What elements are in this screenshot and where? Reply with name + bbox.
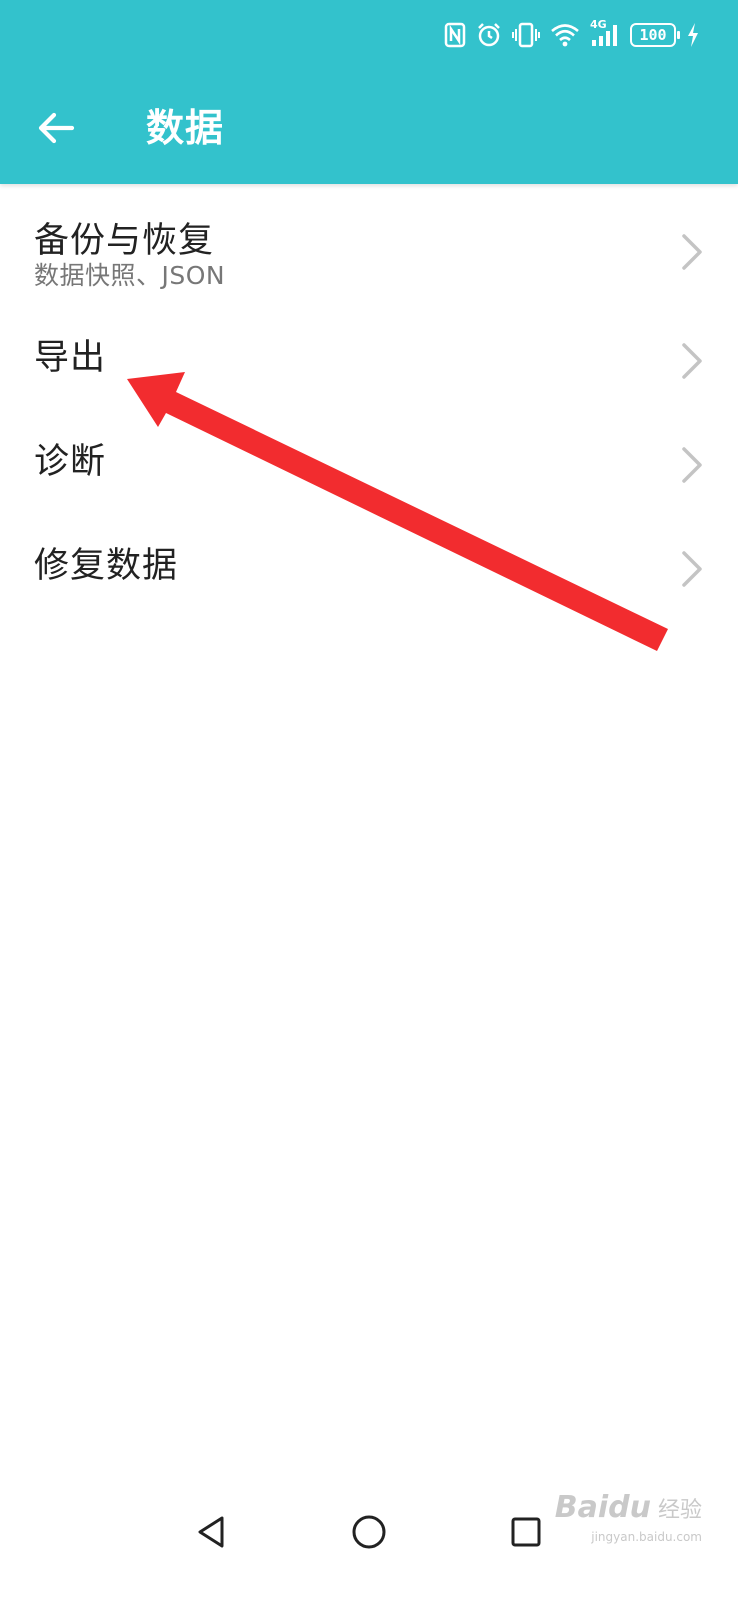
recents-square-icon xyxy=(511,1517,541,1547)
menu-item-label: 修复数据 xyxy=(34,546,179,586)
wifi-icon xyxy=(550,18,580,52)
back-button[interactable] xyxy=(26,98,86,158)
app-bar: 4G 100 数据 xyxy=(0,0,738,184)
charging-icon xyxy=(686,18,700,52)
chevron-right-icon xyxy=(682,447,702,483)
home-circle-icon xyxy=(352,1515,386,1549)
menu-item-export[interactable]: 导出 xyxy=(0,309,738,413)
back-triangle-icon xyxy=(198,1516,224,1548)
status-icons: 4G 100 xyxy=(444,18,700,52)
signal-4g-icon: 4G xyxy=(590,18,620,52)
vibrate-icon xyxy=(512,18,540,52)
status-bar: 4G 100 xyxy=(0,0,738,70)
watermark-brand: Bai xyxy=(554,1490,609,1525)
watermark-url: jingyan.baidu.com xyxy=(591,1530,702,1544)
chevron-right-icon xyxy=(682,343,702,379)
network-label: 4G xyxy=(590,18,607,31)
menu-item-backup-restore[interactable]: 备份与恢复 数据快照、JSON xyxy=(0,184,738,309)
watermark-brand-suffix: du xyxy=(608,1490,651,1525)
menu-item-label: 导出 xyxy=(34,338,107,378)
nav-back-button[interactable] xyxy=(181,1502,241,1562)
menu-item-repair-data[interactable]: 修复数据 xyxy=(0,517,738,621)
menu-item-diagnose[interactable]: 诊断 xyxy=(0,413,738,517)
nfc-icon xyxy=(444,18,466,52)
watermark-label: 经验 xyxy=(657,1498,702,1523)
baidu-watermark: Baidu 经验 jingyan.baidu.com xyxy=(554,1490,702,1544)
settings-menu: 备份与恢复 数据快照、JSON 导出 诊断 修复数据 xyxy=(0,184,738,621)
menu-item-label: 诊断 xyxy=(34,442,107,482)
nav-recents-button[interactable] xyxy=(496,1502,556,1562)
page-title: 数据 xyxy=(146,106,225,150)
nav-home-button[interactable] xyxy=(339,1502,399,1562)
battery-level: 100 xyxy=(630,23,680,47)
back-arrow-icon xyxy=(38,112,75,144)
chevron-right-icon xyxy=(682,551,702,587)
chevron-right-icon xyxy=(682,234,702,270)
alarm-icon xyxy=(476,18,502,52)
battery-icon: 100 xyxy=(630,18,680,52)
menu-item-subtitle: 数据快照、JSON xyxy=(34,261,226,290)
